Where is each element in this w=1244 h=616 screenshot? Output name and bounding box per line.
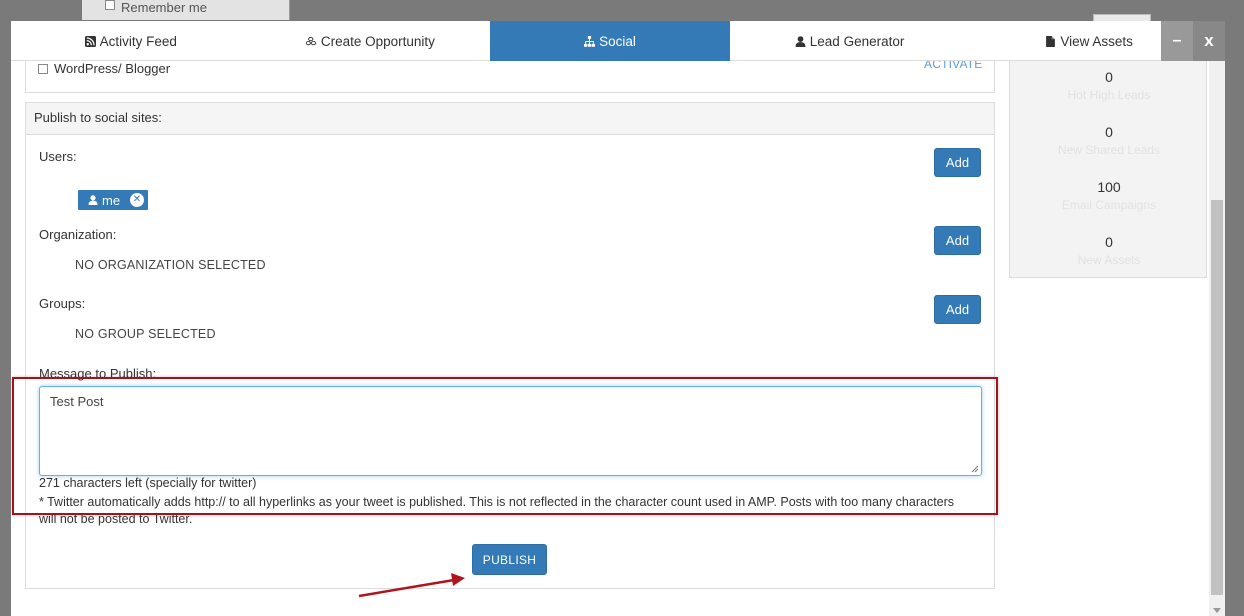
tab-activity-feed[interactable]: Activity Feed — [11, 21, 251, 61]
stat-value: 100 — [1097, 179, 1121, 195]
user-icon — [88, 195, 98, 205]
add-group-button[interactable]: Add — [934, 295, 981, 324]
users-label: Users: — [39, 149, 77, 164]
stat-shared-leads: 0 New Shared Leads — [1010, 124, 1208, 157]
file-icon — [1046, 35, 1056, 47]
remove-tag-icon[interactable]: ✕ — [130, 193, 144, 207]
scrollbar[interactable] — [1209, 61, 1225, 616]
modal-content: WordPress/ Blogger ACTIVATE Publish to s… — [11, 61, 1209, 616]
stat-label: Email Campaigns — [1061, 198, 1157, 212]
add-user-button[interactable]: Add — [934, 148, 981, 177]
highlight-box — [12, 377, 998, 515]
scrollbar-thumb[interactable] — [1211, 200, 1223, 595]
stat-label: New Shared Leads — [1057, 143, 1161, 157]
sitemap-icon — [584, 35, 596, 47]
stat-label: Hot High Leads — [1067, 88, 1151, 102]
publish-panel-heading: Publish to social sites: — [26, 103, 994, 135]
close-button[interactable]: x — [1193, 21, 1225, 61]
tab-create-opportunity[interactable]: Create Opportunity — [251, 21, 491, 61]
wordpress-row: WordPress/ Blogger — [38, 61, 170, 76]
tab-social-label: Social — [599, 33, 636, 49]
scroll-down-icon[interactable] — [1213, 608, 1221, 613]
minimize-button[interactable]: – — [1161, 21, 1193, 61]
organization-label: Organization: — [39, 227, 117, 242]
stats-panel: 0 Hot High Leads 0 New Shared Leads 100 … — [1009, 61, 1207, 278]
stat-value: 0 — [1105, 124, 1113, 140]
tab-lead-generator[interactable]: Lead Generator — [730, 21, 970, 61]
no-organization-text: NO ORGANIZATION SELECTED — [75, 258, 266, 272]
tab-social[interactable]: Social — [490, 21, 730, 61]
tab-lead-generator-label: Lead Generator — [809, 33, 905, 49]
user-tag-label: me — [102, 192, 121, 208]
tab-create-opportunity-label: Create Opportunity — [320, 33, 435, 49]
stat-label: New Assets — [1077, 253, 1141, 267]
remember-me-checkbox — [105, 0, 115, 10]
cubes-icon — [305, 36, 317, 45]
stat-new-assets: 0 New Assets — [1010, 234, 1208, 267]
user-icon — [795, 35, 806, 47]
no-group-text: NO GROUP SELECTED — [75, 327, 216, 341]
social-modal: Activity Feed Create Opportunity Social … — [11, 21, 1225, 616]
add-organization-button[interactable]: Add — [934, 226, 981, 255]
stat-email-campaigns: 100 Email Campaigns — [1010, 179, 1208, 212]
wordpress-checkbox[interactable] — [38, 63, 48, 74]
user-tag-me: me ✕ — [78, 190, 148, 210]
arrow-annotation — [358, 573, 465, 598]
publish-button[interactable]: PUBLISH — [472, 544, 547, 575]
stat-hot-leads: 0 Hot High Leads — [1010, 69, 1208, 102]
stat-value: 0 — [1105, 234, 1113, 250]
tab-view-assets-label: View Assets — [1060, 33, 1133, 49]
groups-label: Groups: — [39, 296, 86, 311]
tab-activity-feed-label: Activity Feed — [99, 33, 177, 49]
stat-value: 0 — [1105, 69, 1113, 85]
activate-link[interactable]: ACTIVATE — [924, 61, 983, 71]
wordpress-label: WordPress/ Blogger — [54, 61, 171, 76]
remember-me: Remember me — [105, 0, 207, 15]
publish-panel: Publish to social sites: Users: Add me ✕… — [25, 102, 995, 589]
rss-icon — [84, 35, 96, 47]
remember-me-label: Remember me — [121, 0, 207, 15]
integrations-panel — [25, 61, 995, 93]
tab-bar: Activity Feed Create Opportunity Social … — [11, 21, 1225, 61]
